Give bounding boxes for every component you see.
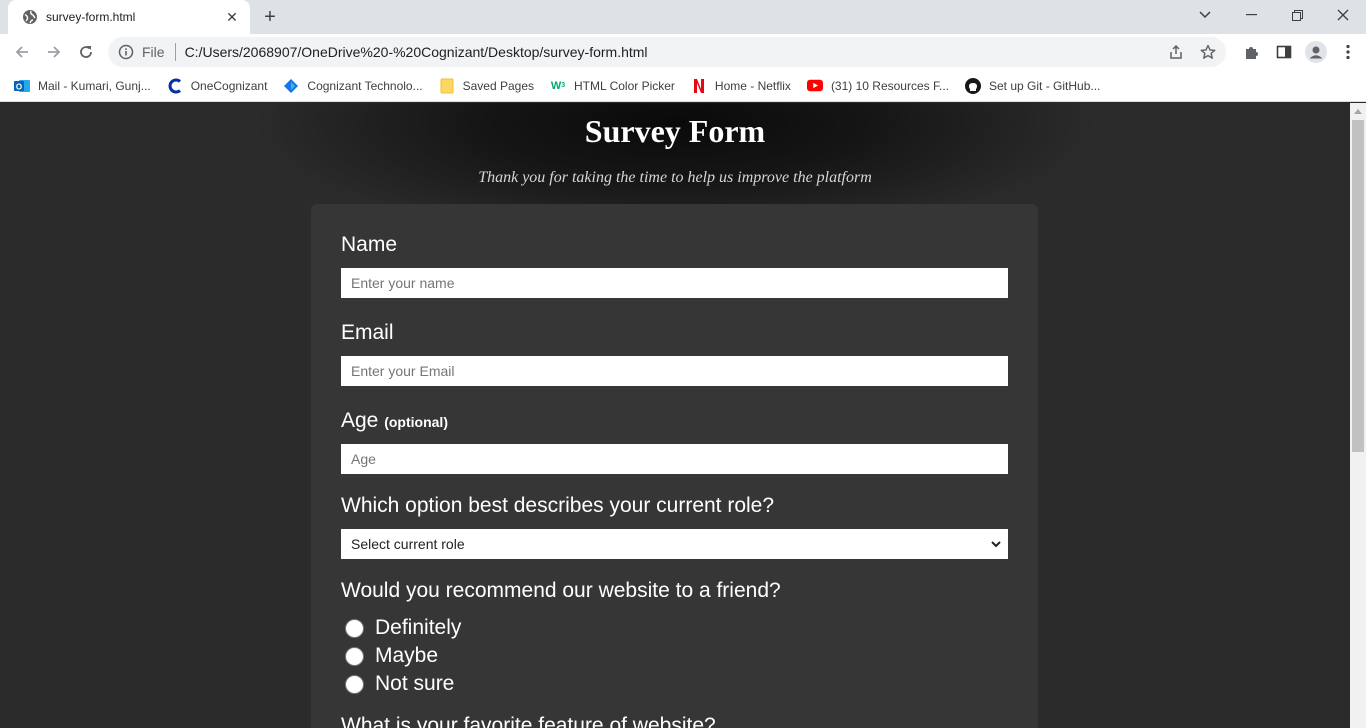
radio-label: Definitely xyxy=(375,616,462,639)
w3schools-icon: W3 xyxy=(550,79,566,92)
radio-label: Maybe xyxy=(375,644,439,667)
radio-option-not-sure[interactable]: Not sure xyxy=(345,672,454,696)
share-icon[interactable] xyxy=(1166,42,1186,62)
age-input[interactable] xyxy=(341,444,1008,474)
cognizant-diamond-icon xyxy=(283,78,299,94)
bookmark-saved-pages[interactable]: Saved Pages xyxy=(439,73,550,99)
age-label: Age (optional) xyxy=(341,409,448,433)
netflix-icon xyxy=(691,78,707,94)
side-panel-icon[interactable] xyxy=(1268,39,1300,65)
github-icon xyxy=(965,77,981,94)
omnibox-divider xyxy=(174,43,176,61)
page-viewport: Survey Form Thank you for taking the tim… xyxy=(0,103,1350,728)
globe-icon xyxy=(22,9,38,25)
close-window-icon[interactable] xyxy=(1320,0,1366,30)
profile-avatar-icon[interactable] xyxy=(1300,39,1332,65)
role-selected-value: Select current role xyxy=(351,536,465,552)
radio-label: Not sure xyxy=(375,672,455,695)
bookmark-mail[interactable]: O Mail - Kumari, Gunj... xyxy=(14,73,167,99)
browser-toolbar: File C:/Users/2068907/OneDrive%20-%20Cog… xyxy=(0,34,1366,70)
radio-button[interactable] xyxy=(345,674,364,694)
extension-area xyxy=(1236,39,1364,65)
radio-option-definitely[interactable]: Definitely xyxy=(345,616,461,640)
bookmark-youtube[interactable]: (31) 10 Resources F... xyxy=(806,73,965,99)
chevron-down-icon xyxy=(991,541,1001,548)
scroll-up-arrow-icon[interactable] xyxy=(1350,103,1366,119)
extensions-puzzle-icon[interactable] xyxy=(1236,39,1268,65)
bookmark-cognizant-tech[interactable]: Cognizant Technolo... xyxy=(283,73,438,99)
name-input[interactable] xyxy=(341,268,1008,298)
url-text[interactable]: C:/Users/2068907/OneDrive%20-%20Cognizan… xyxy=(185,44,648,60)
name-label: Name xyxy=(341,233,398,256)
bookmarks-bar: O Mail - Kumari, Gunj... OneCognizant Co… xyxy=(0,70,1366,102)
bookmark-onecognizant[interactable]: OneCognizant xyxy=(167,73,284,99)
omnibox-actions xyxy=(1166,42,1218,62)
back-arrow-icon[interactable] xyxy=(9,39,35,65)
window-controls xyxy=(1182,0,1366,30)
active-tab[interactable]: survey-form.html ✕ xyxy=(8,0,250,34)
restore-icon[interactable] xyxy=(1274,0,1320,30)
minimize-icon[interactable] xyxy=(1228,0,1274,30)
role-dropdown[interactable]: Select current role xyxy=(341,529,1008,559)
cognizant-c-icon xyxy=(167,78,183,94)
scroll-thumb[interactable] xyxy=(1352,120,1364,452)
reload-icon[interactable] xyxy=(73,39,99,65)
role-label: Which option best describes your current… xyxy=(341,494,775,517)
email-input[interactable] xyxy=(341,356,1008,386)
svg-text:O: O xyxy=(16,82,22,91)
page-scrollbar[interactable] xyxy=(1350,103,1366,728)
age-label-text: Age xyxy=(341,409,379,432)
info-icon[interactable] xyxy=(118,44,134,60)
email-label: Email xyxy=(341,321,394,344)
feature-label: What is your favorite feature of website… xyxy=(341,714,716,728)
radio-button[interactable] xyxy=(345,646,364,666)
bookmark-netflix[interactable]: Home - Netflix xyxy=(691,73,807,99)
bookmark-html-color-picker[interactable]: W3 HTML Color Picker xyxy=(550,73,691,99)
tab-strip: survey-form.html ✕ + xyxy=(0,0,1366,34)
folder-icon xyxy=(439,78,455,94)
tab-search-chevron-icon[interactable] xyxy=(1182,0,1228,30)
new-tab-plus-icon[interactable]: + xyxy=(258,6,282,28)
close-tab-icon[interactable]: ✕ xyxy=(224,9,240,25)
omnibox-scheme: File xyxy=(142,44,165,60)
outlook-icon: O xyxy=(14,78,30,94)
page-title: Survey Form xyxy=(584,113,766,149)
bookmark-github[interactable]: Set up Git - GitHub... xyxy=(965,73,1116,99)
youtube-icon xyxy=(806,78,823,94)
address-bar[interactable]: File C:/Users/2068907/OneDrive%20-%20Cog… xyxy=(108,37,1226,67)
bookmark-star-icon[interactable] xyxy=(1198,42,1218,62)
radio-option-maybe[interactable]: Maybe xyxy=(345,644,438,668)
kebab-menu-icon[interactable] xyxy=(1332,39,1364,65)
age-optional-note: (optional) xyxy=(384,414,448,430)
forward-arrow-icon[interactable] xyxy=(41,39,67,65)
survey-form: Name Email Age (optional) Which option b… xyxy=(311,204,1038,728)
page-description: Thank you for taking the time to help us… xyxy=(478,169,872,186)
tab-title: survey-form.html xyxy=(46,10,136,24)
recommend-label: Would you recommend our website to a fri… xyxy=(341,579,781,602)
radio-button[interactable] xyxy=(345,618,364,638)
